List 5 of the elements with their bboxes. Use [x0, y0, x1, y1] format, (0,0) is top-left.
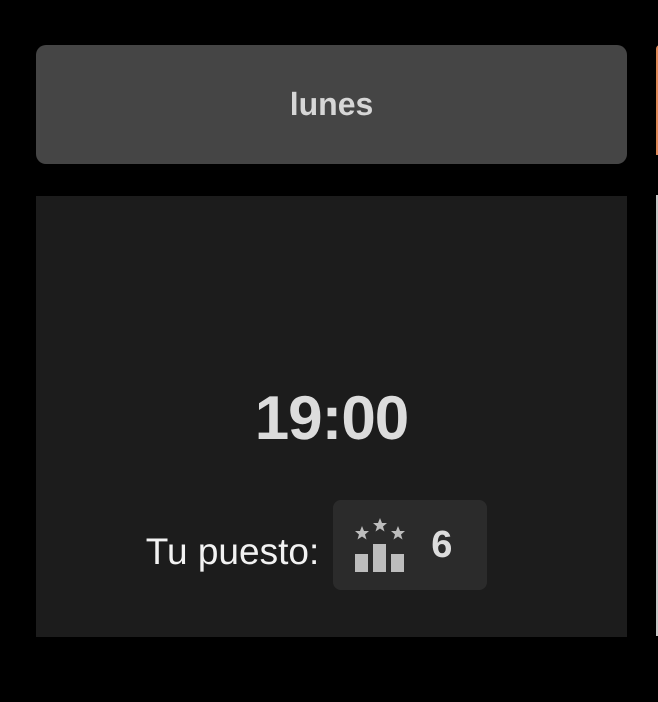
- day-label: lunes: [290, 86, 374, 123]
- time-label: 19:00: [254, 383, 408, 454]
- rank-label: Tu puesto:: [146, 531, 320, 573]
- rank-value: 6: [431, 524, 452, 566]
- podium-stars-icon: [353, 517, 408, 573]
